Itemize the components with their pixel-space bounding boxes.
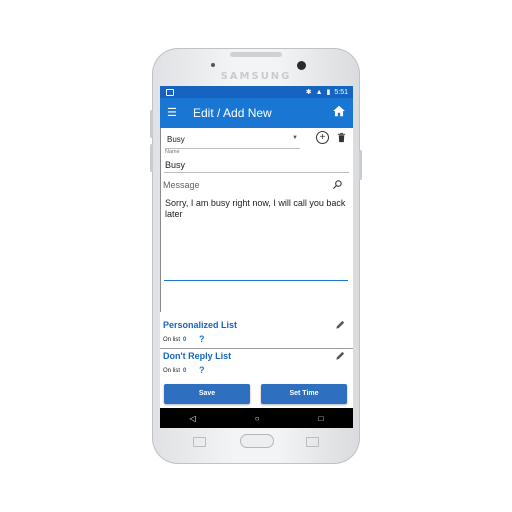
device-brand: SAMSUNG: [220, 71, 292, 82]
trash-icon[interactable]: [336, 131, 347, 144]
hardware-home-button: [240, 434, 274, 448]
app-bar: ☰ Edit / Add New: [160, 98, 353, 128]
personalized-list-title[interactable]: Personalized List: [163, 320, 237, 330]
template-select[interactable]: Busy ▼: [165, 132, 300, 149]
on-list-count: 0: [183, 337, 187, 343]
recents-icon[interactable]: □: [319, 414, 324, 423]
set-time-button[interactable]: Set Time: [261, 384, 347, 404]
message-label: Message: [163, 180, 200, 190]
add-circle-icon[interactable]: +: [316, 131, 329, 144]
earpiece-speaker: [230, 52, 282, 57]
on-list-label: On list: [163, 368, 181, 374]
home-icon[interactable]: [332, 104, 346, 118]
page-title: Edit / Add New: [193, 106, 272, 120]
dont-reply-list-count-row: On list 0: [163, 368, 186, 374]
scroll-edge: [160, 128, 161, 312]
section-divider: [160, 348, 353, 349]
system-nav-bar: ◁ ○ □: [160, 408, 353, 428]
front-camera: [297, 61, 306, 70]
template-select-value: Busy: [167, 135, 185, 144]
save-button[interactable]: Save: [164, 384, 250, 404]
bluetooth-icon: ✱: [305, 89, 312, 96]
edit-icon[interactable]: [335, 319, 346, 330]
chevron-down-icon: ▼: [292, 135, 298, 141]
volume-button-lower: [150, 144, 153, 172]
help-icon[interactable]: ?: [199, 365, 205, 375]
back-icon[interactable]: ◁: [190, 414, 196, 423]
on-list-label: On list: [163, 337, 181, 343]
menu-icon[interactable]: ☰: [167, 106, 177, 119]
name-label: Name: [165, 149, 180, 155]
sensor: [211, 63, 215, 67]
dont-reply-list-title[interactable]: Don't Reply List: [163, 351, 231, 361]
on-list-count: 0: [183, 368, 187, 374]
volume-button: [150, 110, 153, 138]
home-nav-icon[interactable]: ○: [255, 414, 260, 423]
hardware-back-key: [306, 437, 319, 447]
status-bar: ✱ ▲ ▮ 5:51: [160, 86, 353, 98]
battery-icon: ▮: [326, 89, 331, 96]
name-field[interactable]: Busy: [165, 160, 185, 170]
status-time: 5:51: [334, 88, 348, 96]
message-field[interactable]: Sorry, I am busy right now, I will call …: [165, 198, 347, 220]
help-icon[interactable]: ?: [199, 334, 205, 344]
message-underline: [164, 280, 348, 281]
screen: ✱ ▲ ▮ 5:51 ☰ Edit / Add New Busy ▼ + Nam…: [160, 86, 353, 428]
name-underline: [164, 172, 349, 173]
hardware-recents-key: [193, 437, 206, 447]
power-button: [359, 150, 362, 180]
signal-icon: ▲: [315, 88, 323, 96]
image-notification-icon: [166, 89, 174, 96]
personalized-list-count-row: On list 0: [163, 337, 186, 343]
edit-icon[interactable]: [335, 350, 346, 361]
search-icon[interactable]: [332, 179, 343, 190]
